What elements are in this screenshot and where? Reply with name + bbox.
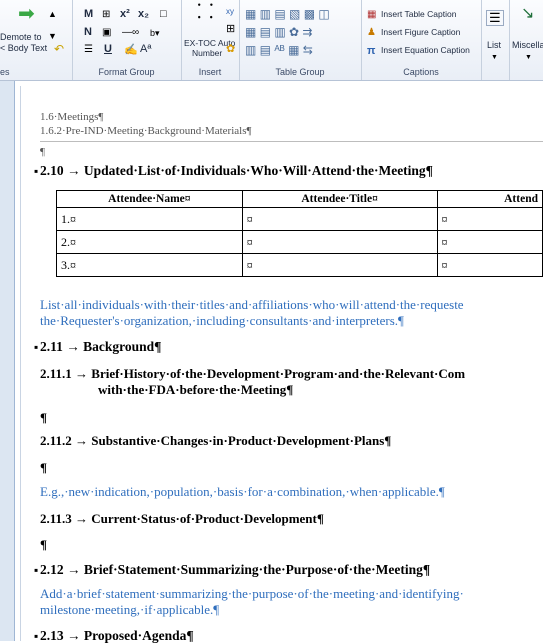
table-caption-icon: ▦ xyxy=(367,9,377,20)
promote-group-label: es xyxy=(0,67,10,77)
insert-group-label: Insert xyxy=(198,67,222,77)
link-icon[interactable]: —∞ xyxy=(122,27,139,39)
heading-2-13[interactable]: 2.13 → Proposed·Agenda¶ xyxy=(40,628,194,644)
equation-caption-icon: π xyxy=(367,45,376,57)
insert-equation-caption-button[interactable]: Insert Equation Caption xyxy=(381,45,470,55)
special-char-icon[interactable]: b▾ xyxy=(150,27,160,39)
superscript-button[interactable]: x² xyxy=(120,8,130,20)
empty-paragraph: ¶ xyxy=(40,537,48,552)
grid-icon[interactable]: ⊞ xyxy=(226,23,235,35)
table-cell[interactable]: ¤ xyxy=(436,230,543,254)
undo-icon[interactable]: ↶ xyxy=(54,43,64,55)
heading-2-11-2[interactable]: 2.11.2 → Substantive·Changes·in·Product·… xyxy=(40,433,391,449)
misc-button[interactable]: Miscella xyxy=(512,40,543,50)
note-changes[interactable]: E.g.,·new·indication,·population,·basis·… xyxy=(40,484,445,500)
empty-paragraph: ¶ xyxy=(40,460,48,475)
table-edit-icon[interactable]: ▦ ▤ ▥ ✿ ⇉ xyxy=(245,26,312,38)
table-cell[interactable]: ¤ xyxy=(436,207,543,231)
promote-group: ➡ ▲ ▼ Demote to < Body Text ↶ es xyxy=(0,0,73,80)
table-cell[interactable]: ¤ xyxy=(436,253,543,277)
table-cell[interactable]: ¤ xyxy=(241,230,438,254)
table-header-row: Attendee·Name¤ Attendee·Title¤ Attend xyxy=(56,190,543,208)
heading-bullet: ▪ xyxy=(34,563,39,577)
breadcrumb-meetings: 1.6·Meetings¶ xyxy=(40,111,104,123)
table-cell[interactable]: 3.¤ xyxy=(56,253,243,277)
misc-dropdown-icon[interactable]: ▼ xyxy=(525,52,532,64)
misc-group: ↘ Miscella ▼ xyxy=(509,0,543,80)
ribbon: ➡ ▲ ▼ Demote to < Body Text ↶ es M ⊞ x² … xyxy=(0,0,543,81)
note-purpose-line2[interactable]: milestone·meeting,·if·applicable.¶ xyxy=(40,602,219,618)
heading-bullet: ▪ xyxy=(34,164,39,178)
insert-group: ⸬ xy ⊞ EX-TOC Auto Number ✿ Insert xyxy=(181,0,240,80)
list-dropdown-icon[interactable]: ▼ xyxy=(491,52,498,64)
table-icon[interactable]: ⊞ xyxy=(102,9,110,21)
demote-arrows-icon[interactable]: ➡ xyxy=(18,4,35,24)
misc-icon[interactable]: ↘ xyxy=(521,6,534,22)
list-button[interactable]: List xyxy=(487,40,501,50)
underline-button[interactable]: U xyxy=(104,43,112,55)
table-cell[interactable]: ¤ xyxy=(241,253,438,277)
table-cell[interactable]: ¤ xyxy=(241,207,438,231)
note-purpose-line1[interactable]: Add·a·brief·statement·summarizing·the·pu… xyxy=(40,586,464,602)
subscript-button[interactable]: x₂ xyxy=(138,8,149,20)
format-m-button[interactable]: M xyxy=(84,8,93,20)
table-insert-icon[interactable]: ▦ ▥ ▤ ▧ ▩ ◫ xyxy=(245,8,330,20)
xy-icon[interactable]: xy xyxy=(226,6,234,18)
page-icon[interactable]: □ xyxy=(160,8,167,20)
figure-caption-icon: ♟ xyxy=(367,27,376,38)
puzzle-icon[interactable]: ✿ xyxy=(226,43,235,55)
note-attendees-line1[interactable]: List·all·individuals·with·their·titles·a… xyxy=(40,297,464,313)
header-divider xyxy=(40,141,543,142)
table-format-icon[interactable]: ▥ ▤ ᴬᴮ ▦ ⇆ xyxy=(245,44,313,56)
insert-figure-caption-button[interactable]: Insert Figure Caption xyxy=(381,27,460,37)
breadcrumb-background-materials: 1.6.2·Pre-IND·Meeting·Background·Materia… xyxy=(40,125,252,137)
captions-group-label: Captions xyxy=(403,67,439,77)
table-row: 2.¤ ¤ ¤ xyxy=(56,230,543,254)
highlight-icon[interactable]: ✍ xyxy=(124,44,138,56)
heading-2-10[interactable]: 2.10 → Updated·List·of·Individuals·Who·W… xyxy=(40,163,433,179)
image-icon[interactable]: ▣ xyxy=(102,27,111,39)
table-cell[interactable]: 1.¤ xyxy=(56,207,243,231)
format-group-label: Format Group xyxy=(98,67,155,77)
list-icon[interactable]: ☰ xyxy=(486,10,504,26)
font-size-button[interactable]: Aª xyxy=(140,43,151,55)
format-group: M ⊞ x² x₂ □ N ▣ —∞ b▾ ☰ U ✍ Aª Format Gr… xyxy=(72,0,182,80)
empty-paragraph: ¶ xyxy=(40,410,48,425)
heading-2-11-1-line2[interactable]: with·the·FDA·before·the·Meeting¶ xyxy=(98,382,293,398)
table-row: 3.¤ ¤ ¤ xyxy=(56,253,543,277)
column-header-name[interactable]: Attendee·Name¤ xyxy=(56,190,243,208)
empty-paragraph: ¶ xyxy=(40,146,45,158)
heading-2-11-3[interactable]: 2.11.3 → Current·Status·of·Product·Devel… xyxy=(40,511,324,527)
hierarchy-icon[interactable]: ⸬ xyxy=(197,2,214,22)
heading-bullet: ▪ xyxy=(34,340,39,354)
demote-button[interactable]: Demote to xyxy=(0,32,42,42)
column-header-affiliation[interactable]: Attend xyxy=(436,190,543,208)
table-group: ▦ ▥ ▤ ▧ ▩ ◫ ▦ ▤ ▥ ✿ ⇉ ▥ ▤ ᴬᴮ ▦ ⇆ Table G… xyxy=(239,0,362,80)
move-up-icon[interactable]: ▲ xyxy=(48,8,57,20)
list-group: ☰ List ▼ xyxy=(481,0,510,80)
format-n-button[interactable]: N xyxy=(84,26,92,38)
attendee-table[interactable]: Attendee·Name¤ Attendee·Title¤ Attend 1.… xyxy=(56,190,543,277)
insert-table-caption-button[interactable]: Insert Table Caption xyxy=(381,9,456,19)
table-group-label: Table Group xyxy=(275,67,325,77)
heading-2-11-1-line1[interactable]: 2.11.1 → Brief·History·of·the·Developmen… xyxy=(40,366,465,382)
note-attendees-line2[interactable]: the·Requester's·organization,·including·… xyxy=(40,313,404,329)
list-indent-icon[interactable]: ☰ xyxy=(84,44,93,56)
number-button[interactable]: Number xyxy=(192,48,222,58)
heading-2-11[interactable]: 2.11 → Background¶ xyxy=(40,339,161,355)
body-text-button[interactable]: < Body Text xyxy=(0,43,47,53)
table-cell[interactable]: 2.¤ xyxy=(56,230,243,254)
heading-2-12[interactable]: 2.12 → Brief·Statement·Summarizing·the·P… xyxy=(40,562,430,578)
column-header-title[interactable]: Attendee·Title¤ xyxy=(241,190,438,208)
left-ruler-bar xyxy=(0,81,15,641)
table-row: 1.¤ ¤ ¤ xyxy=(56,207,543,231)
captions-group: ▦ Insert Table Caption ♟ Insert Figure C… xyxy=(361,0,482,80)
move-down-icon[interactable]: ▼ xyxy=(48,30,57,42)
